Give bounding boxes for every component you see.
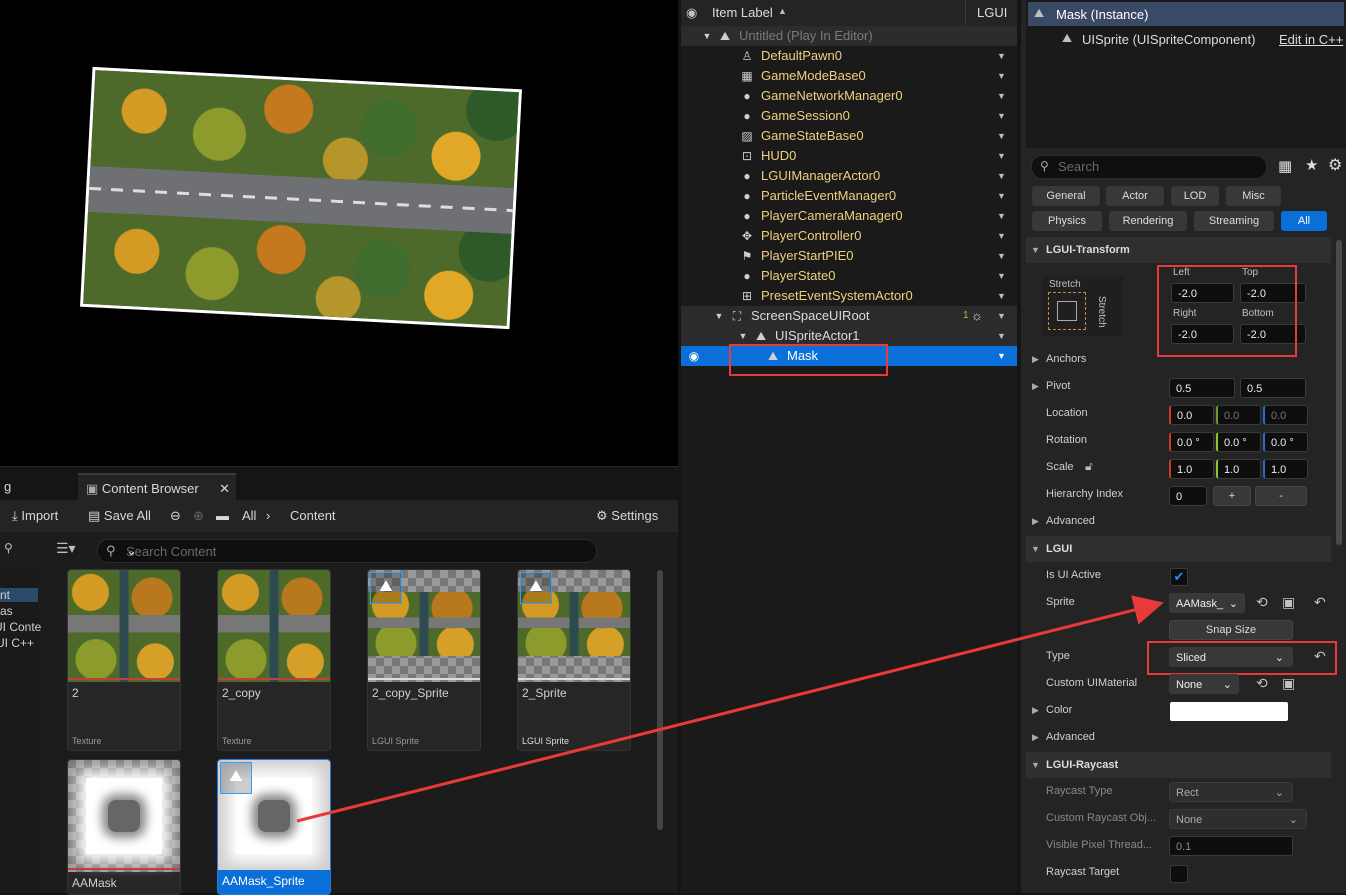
annotation-arrows [296, 595, 1164, 823]
annotation-arrow [296, 595, 1164, 823]
